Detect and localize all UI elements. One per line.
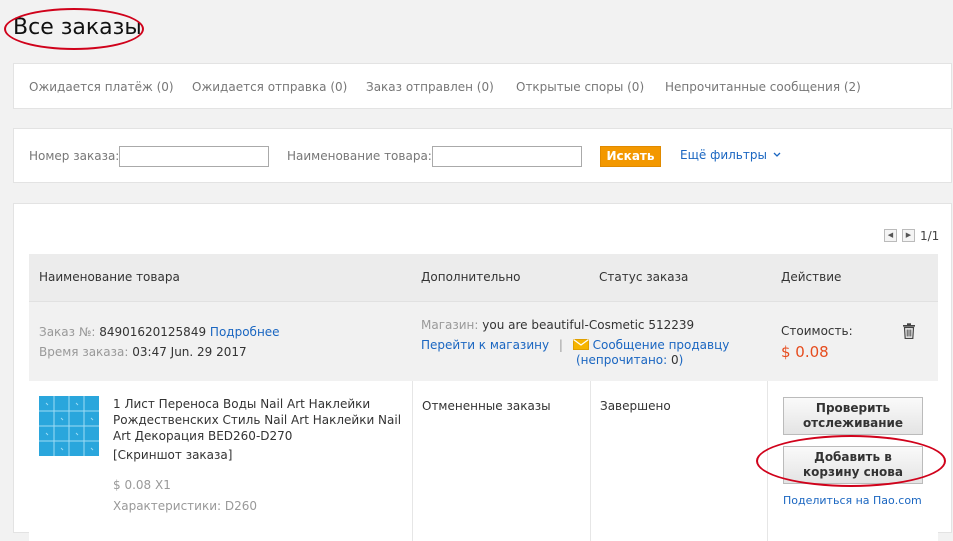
order-number-label: Заказ №: xyxy=(39,325,96,339)
trash-icon[interactable] xyxy=(902,323,916,339)
column-header-status: Статус заказа xyxy=(599,270,689,284)
share-link[interactable]: Поделиться на Пао.com xyxy=(783,494,922,507)
tab-shipped[interactable]: Заказ отправлен (0) xyxy=(366,80,494,94)
track-order-button[interactable]: Проверить отслеживание xyxy=(783,397,923,435)
unread-close: ) xyxy=(678,353,684,367)
pager-prev-button[interactable]: ◀ xyxy=(884,229,897,242)
column-header-product: Наименование товара xyxy=(39,270,180,284)
product-name-input[interactable] xyxy=(432,146,582,167)
message-seller-link[interactable]: Сообщение продавцу xyxy=(593,338,730,352)
go-to-store-link[interactable]: Перейти к магазину xyxy=(421,338,549,352)
annotation-circle-title xyxy=(4,8,144,50)
column-divider xyxy=(590,381,591,541)
item-order-status: Завершено xyxy=(600,399,671,413)
tab-unread-messages[interactable]: Непрочитанные сообщения (2) xyxy=(665,80,861,94)
link-separator: | xyxy=(558,338,563,352)
status-tabs: Ожидается платёж (0) Ожидается отправка … xyxy=(13,63,952,109)
order-number-label: Номер заказа: xyxy=(29,149,120,163)
tab-awaiting-shipment[interactable]: Ожидается отправка (0) xyxy=(192,80,347,94)
unread-count: 0 xyxy=(671,353,679,367)
column-divider xyxy=(412,381,413,541)
order-number-input[interactable] xyxy=(119,146,269,167)
envelope-icon xyxy=(572,339,589,350)
store-label: Магазин: xyxy=(421,318,479,332)
column-header-additional: Дополнительно xyxy=(421,270,521,284)
product-title-link[interactable]: 1 Лист Переноса Воды Nail Art Наклейки Р… xyxy=(113,396,413,444)
pager-text: 1/1 xyxy=(920,229,940,243)
order-number: 84901620125849 xyxy=(99,325,207,339)
item-price-quantity: $ 0.08 X1 xyxy=(113,478,171,492)
unread-open: (непрочитано: xyxy=(576,353,668,367)
more-filters-label: Ещё фильтры xyxy=(680,148,767,162)
column-header-action: Действие xyxy=(781,270,842,284)
tab-open-disputes[interactable]: Открытые споры (0) xyxy=(516,80,644,94)
order-summary-row: Заказ №: 84901620125849 Подробнее Время … xyxy=(29,301,938,382)
order-price: $ 0.08 xyxy=(781,343,829,361)
order-details-link[interactable]: Подробнее xyxy=(210,325,280,339)
item-characteristics: Характеристики: D260 xyxy=(113,499,258,513)
more-filters-link[interactable]: Ещё фильтры xyxy=(680,148,781,162)
annotation-circle-add-to-cart xyxy=(756,435,946,487)
search-button[interactable]: Искать xyxy=(600,146,661,167)
pager-next-button[interactable]: ▶ xyxy=(902,229,915,242)
tab-awaiting-payment[interactable]: Ожидается платёж (0) xyxy=(29,80,174,94)
item-extra-status: Отмененные заказы xyxy=(422,399,551,413)
product-name-label: Наименование товара: xyxy=(287,149,432,163)
cost-label: Стоимость: xyxy=(781,324,853,338)
table-header: Наименование товара Дополнительно Статус… xyxy=(29,254,938,301)
order-time: 03:47 Jun. 29 2017 xyxy=(132,345,247,359)
store-name: you are beautiful-Cosmetic 512239 xyxy=(482,318,695,332)
chevron-down-icon xyxy=(773,152,781,157)
snowflake-pattern-icon xyxy=(39,396,99,456)
order-snapshot-link[interactable]: [Скриншот заказа] xyxy=(113,448,232,462)
product-thumbnail[interactable] xyxy=(39,396,99,456)
order-time-label: Время заказа: xyxy=(39,345,129,359)
filter-bar: Номер заказа: Наименование товара: Искат… xyxy=(13,128,952,183)
